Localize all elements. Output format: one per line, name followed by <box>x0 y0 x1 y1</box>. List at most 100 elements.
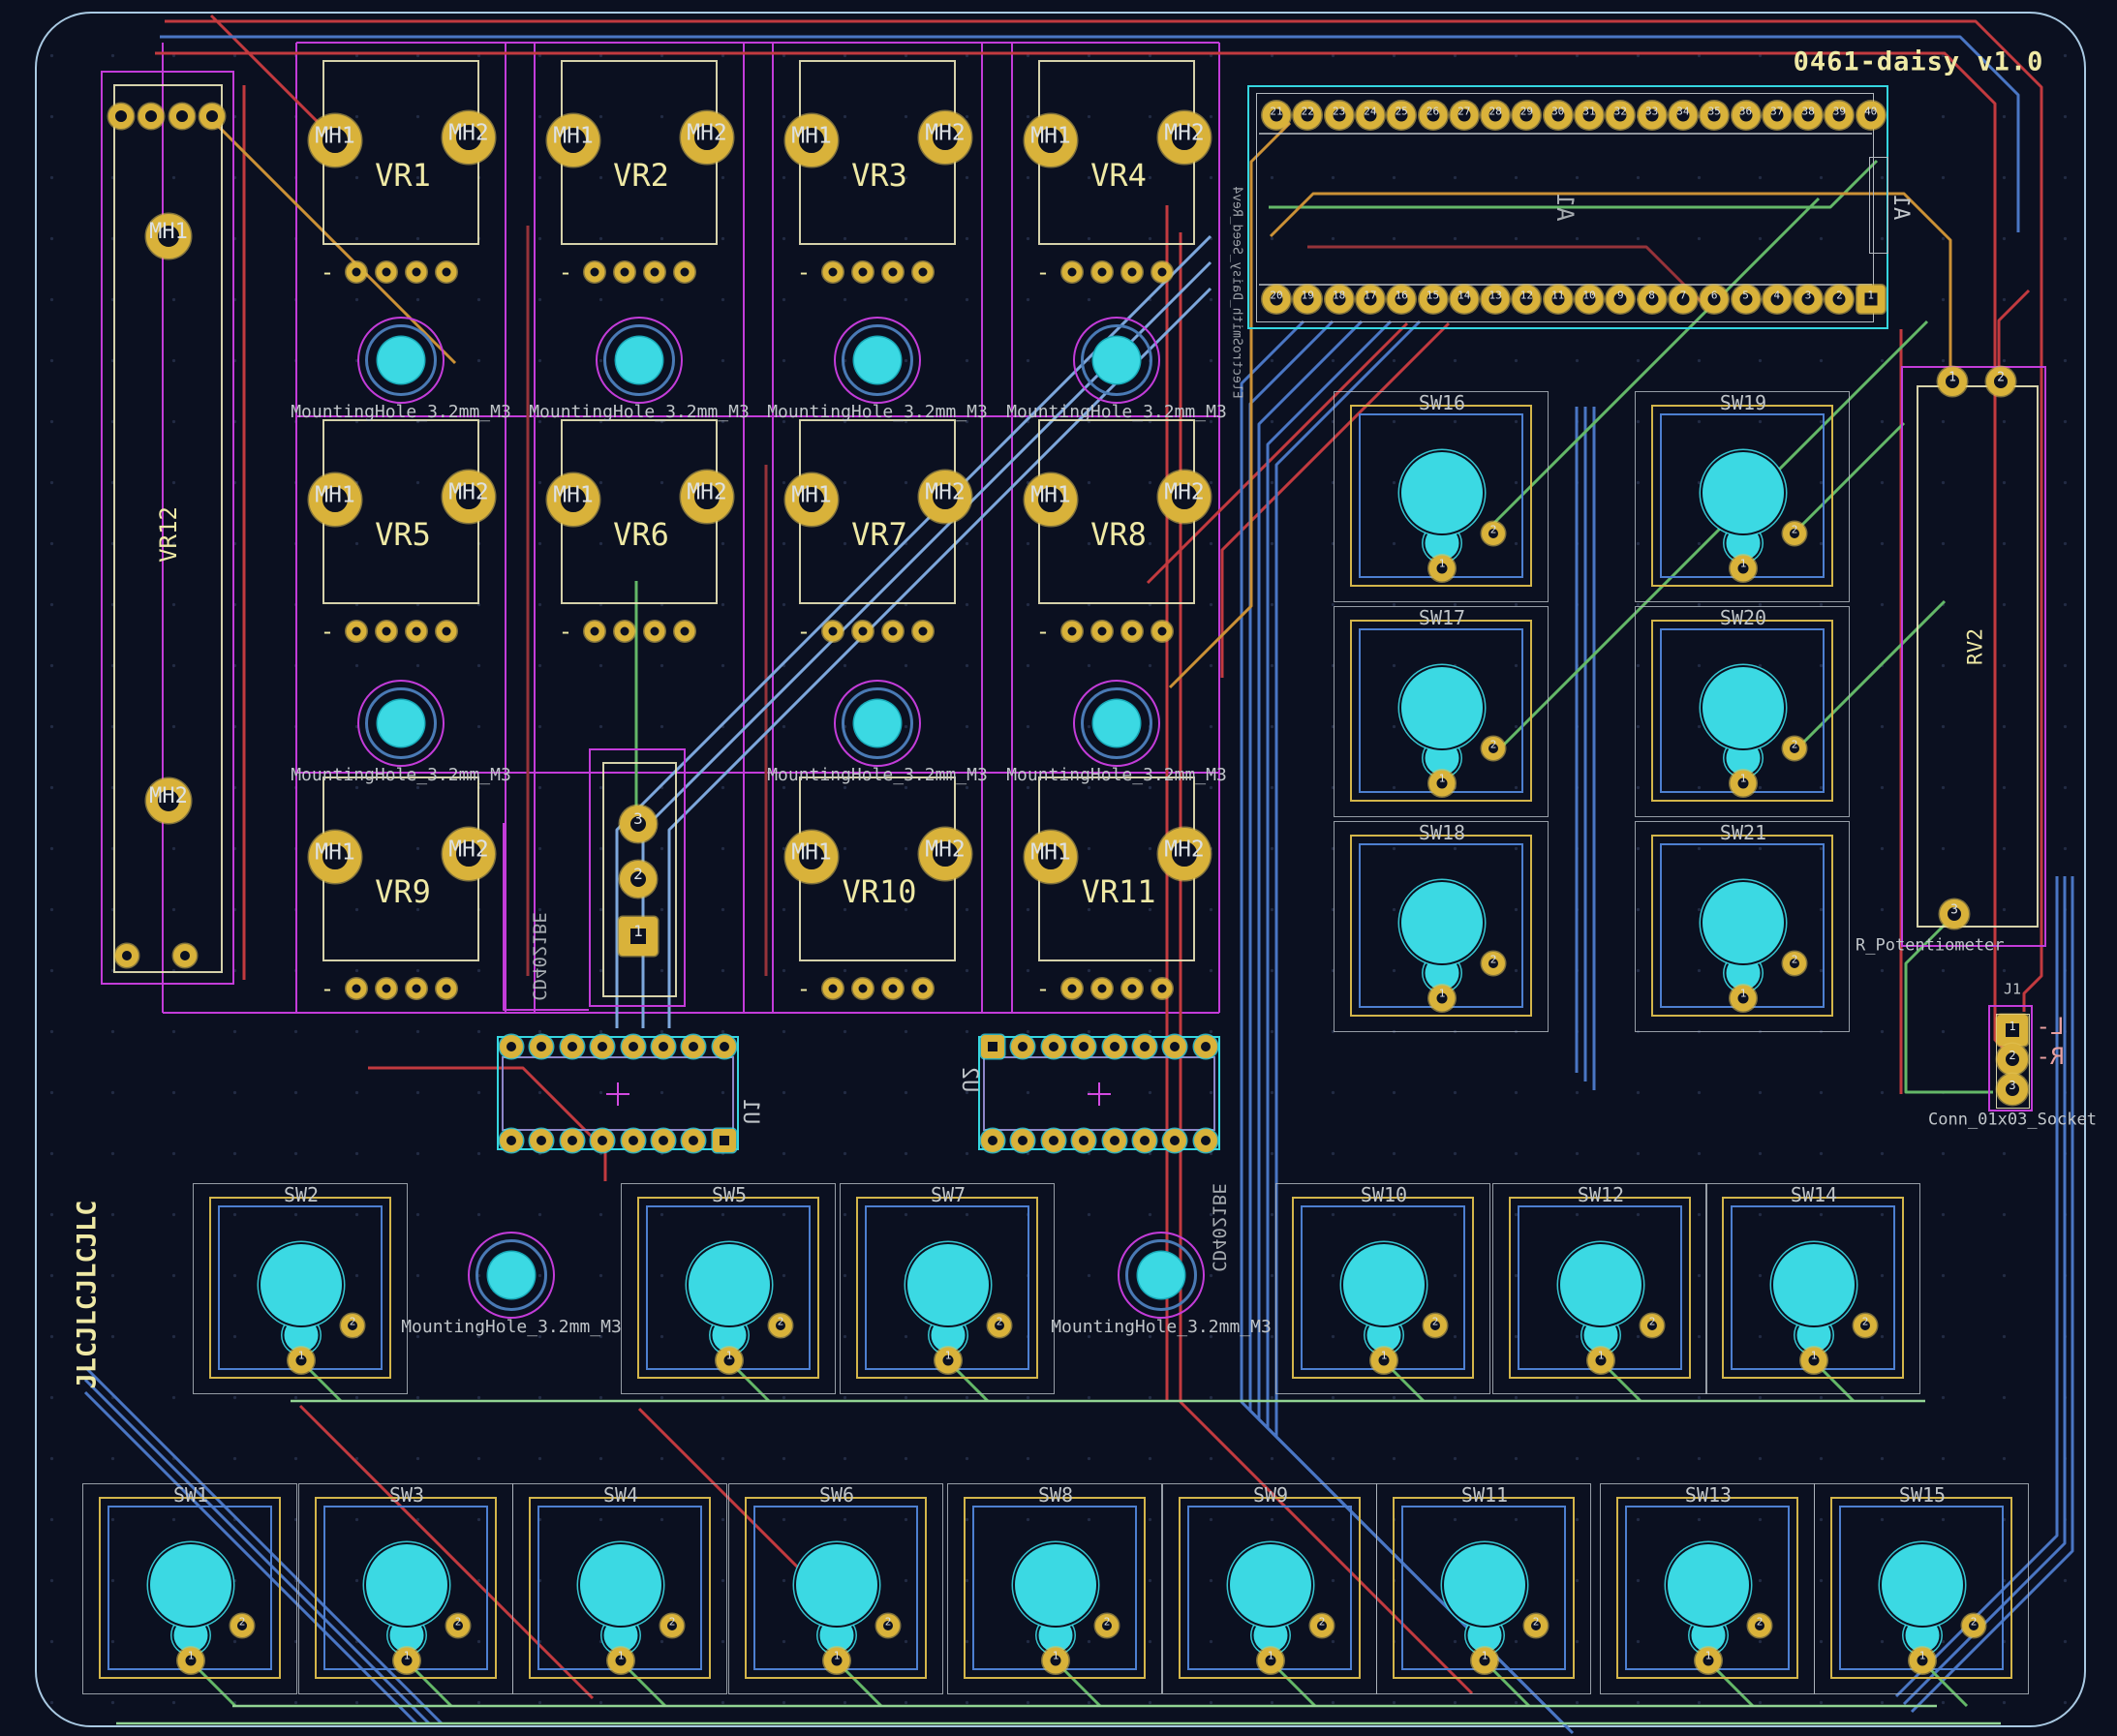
pot-pin-pad-1[interactable] <box>1062 262 1083 283</box>
dip-pad[interactable] <box>682 1129 705 1152</box>
pot-pin-pad-3[interactable] <box>407 622 427 642</box>
pot-pin-pad-2[interactable] <box>853 262 874 283</box>
dip-pad[interactable] <box>530 1035 553 1058</box>
switch-sw5[interactable]: SW512 <box>621 1183 836 1394</box>
switch-sw3[interactable]: SW312 <box>298 1483 513 1694</box>
pot-pin-pad-4[interactable] <box>913 979 934 999</box>
pot-pin-pad-2[interactable] <box>615 622 635 642</box>
switch-sw16[interactable]: SW1612 <box>1334 391 1549 602</box>
pot-pin-pad-2[interactable] <box>1092 262 1113 283</box>
vr12-pin-pad-1[interactable] <box>108 104 134 129</box>
pot-pin-pad-2[interactable] <box>1092 979 1113 999</box>
dip-pad[interactable] <box>1163 1129 1186 1152</box>
switch-sw4[interactable]: SW412 <box>512 1483 727 1694</box>
pot-pin-pad-4[interactable] <box>675 262 695 283</box>
vr12-pin-pad-4[interactable] <box>199 104 225 129</box>
pot-pin-pad-1[interactable] <box>823 622 844 642</box>
vr12-pad-b[interactable] <box>173 944 197 967</box>
vr12-pin-pad-3[interactable] <box>169 104 195 129</box>
pot-pin-pad-3[interactable] <box>883 262 904 283</box>
switch-sw21[interactable]: SW2112 <box>1635 821 1850 1032</box>
connector-j1[interactable]: 123 <box>1988 1005 2033 1112</box>
pot-pin-pad-1[interactable] <box>347 262 367 283</box>
pot-pin-pad-3[interactable] <box>1122 979 1143 999</box>
pot-pin-pad-2[interactable] <box>377 622 397 642</box>
pot-vr2[interactable]: MH1MH2VR2- <box>561 60 718 245</box>
dip-pad[interactable] <box>622 1129 645 1152</box>
dip-pad[interactable] <box>1163 1035 1186 1058</box>
pot-vr3[interactable]: MH1MH2VR3- <box>799 60 956 245</box>
pot-pin-pad-3[interactable] <box>1122 262 1143 283</box>
dip-pad[interactable] <box>1133 1035 1156 1058</box>
pot-pin-pad-4[interactable] <box>1152 262 1173 283</box>
dip-pad[interactable] <box>652 1035 675 1058</box>
dip-pad[interactable] <box>981 1129 1004 1152</box>
pot-pin-pad-3[interactable] <box>883 979 904 999</box>
pot-pin-pad-4[interactable] <box>1152 979 1173 999</box>
dip-pad[interactable] <box>713 1129 736 1152</box>
pot-pin-pad-1[interactable] <box>585 262 605 283</box>
pot-pin-pad-1[interactable] <box>1062 979 1083 999</box>
pot-pin-pad-3[interactable] <box>1122 622 1143 642</box>
switch-sw15[interactable]: SW1512 <box>1814 1483 2029 1694</box>
dip-pad[interactable] <box>622 1035 645 1058</box>
pot-pin-pad-2[interactable] <box>853 622 874 642</box>
vr12-pad-a[interactable] <box>115 944 138 967</box>
dip-pad[interactable] <box>682 1035 705 1058</box>
switch-sw6[interactable]: SW612 <box>728 1483 943 1694</box>
switch-sw11[interactable]: SW1112 <box>1376 1483 1591 1694</box>
dip-pad[interactable] <box>1072 1035 1095 1058</box>
pot-pin-pad-1[interactable] <box>585 622 605 642</box>
switch-sw14[interactable]: SW1412 <box>1705 1183 1920 1394</box>
pot-vr12[interactable]: MH1MH2VR12 <box>101 71 234 985</box>
pot-pin-pad-3[interactable] <box>883 622 904 642</box>
dip-pad[interactable] <box>1072 1129 1095 1152</box>
vr12-pin-pad-2[interactable] <box>138 104 164 129</box>
pot-pin-pad-1[interactable] <box>823 979 844 999</box>
pot-vr10[interactable]: MH1MH2VR10- <box>799 777 956 961</box>
switch-sw8[interactable]: SW812 <box>947 1483 1162 1694</box>
dip-pad[interactable] <box>1011 1129 1034 1152</box>
dip-pad[interactable] <box>591 1035 614 1058</box>
switch-sw19[interactable]: SW1912 <box>1635 391 1850 602</box>
dip-pad[interactable] <box>652 1129 675 1152</box>
dip-pad[interactable] <box>1103 1129 1126 1152</box>
dip-pad[interactable] <box>981 1035 1004 1058</box>
dip-pad[interactable] <box>500 1035 523 1058</box>
dip-pad[interactable] <box>561 1129 584 1152</box>
pot-pin-pad-4[interactable] <box>675 622 695 642</box>
pot-pin-pad-1[interactable] <box>347 622 367 642</box>
switch-sw1[interactable]: SW112 <box>82 1483 297 1694</box>
switch-sw7[interactable]: SW712 <box>840 1183 1055 1394</box>
switch-sw12[interactable]: SW1212 <box>1492 1183 1707 1394</box>
pot-pin-pad-3[interactable] <box>407 979 427 999</box>
pot-pin-pad-3[interactable] <box>645 622 665 642</box>
dip-pad[interactable] <box>1194 1129 1217 1152</box>
pot-pin-pad-2[interactable] <box>377 979 397 999</box>
pot-pin-pad-3[interactable] <box>645 262 665 283</box>
pot-pin-pad-4[interactable] <box>437 262 457 283</box>
switch-sw17[interactable]: SW1712 <box>1334 606 1549 817</box>
switch-sw20[interactable]: SW2012 <box>1635 606 1850 817</box>
trim-pot[interactable]: 321 <box>589 748 686 1007</box>
switch-sw2[interactable]: SW212 <box>193 1183 408 1394</box>
pot-pin-pad-1[interactable] <box>823 262 844 283</box>
switch-sw10[interactable]: SW1012 <box>1275 1183 1490 1394</box>
pot-pin-pad-4[interactable] <box>913 262 934 283</box>
dip-pad[interactable] <box>591 1129 614 1152</box>
switch-sw13[interactable]: SW1312 <box>1600 1483 1815 1694</box>
switch-sw9[interactable]: SW912 <box>1162 1483 1377 1694</box>
pot-vr9[interactable]: MH1MH2VR9- <box>322 777 479 961</box>
pot-pin-pad-1[interactable] <box>1062 622 1083 642</box>
pot-vr1[interactable]: MH1MH2VR1- <box>322 60 479 245</box>
pot-vr8[interactable]: MH1MH2VR8- <box>1038 419 1195 604</box>
dip-pad[interactable] <box>1194 1035 1217 1058</box>
dip-pad[interactable] <box>530 1129 553 1152</box>
pot-vr4[interactable]: MH1MH2VR4- <box>1038 60 1195 245</box>
dip-pad[interactable] <box>1011 1035 1034 1058</box>
pot-pin-pad-2[interactable] <box>615 262 635 283</box>
pot-rv2[interactable]: 123 <box>1901 366 2046 947</box>
pot-pin-pad-2[interactable] <box>1092 622 1113 642</box>
pot-pin-pad-4[interactable] <box>437 979 457 999</box>
dip-pad[interactable] <box>561 1035 584 1058</box>
